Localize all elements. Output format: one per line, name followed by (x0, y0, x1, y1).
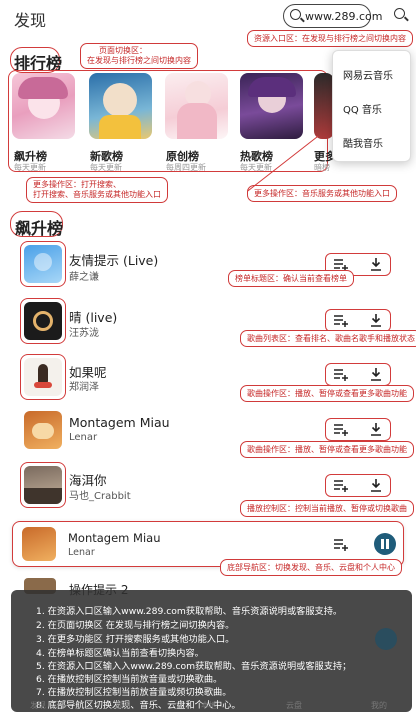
page-title: 发现 (14, 11, 47, 30)
tip-line: 6. 在播放控制区控制当前放音量或切换歌曲。 (36, 674, 223, 685)
dropdown-item-qq[interactable]: QQ 音乐 (343, 101, 382, 116)
download-icon[interactable] (369, 422, 383, 436)
search-icon (394, 8, 405, 19)
ranking-card-cover-soaring[interactable] (12, 73, 75, 139)
annotation-page-switch-line1: 页面切换区： (99, 46, 147, 55)
ranking-card-sub: 每天更新 (240, 163, 272, 172)
ranking-card-cover-hot[interactable] (240, 73, 303, 139)
nav-item-mine[interactable]: 我的 (371, 700, 387, 711)
download-icon[interactable] (369, 257, 383, 271)
player-title: Montagem Miau (68, 531, 161, 545)
annotation-page-switch: 页面切换区： 在发现与排行榜之间切换内容 (80, 43, 198, 69)
tip-line: 3. 在更多功能区 打开搜索服务或其他功能入口。 (36, 634, 235, 645)
pause-icon[interactable] (374, 533, 396, 555)
nav-item-cloud[interactable]: 云盘 (286, 700, 302, 711)
tip-line: 4. 在榜单标题区确认当前查看切换内容。 (36, 648, 204, 659)
tip-line: 7. 在播放控制区控制当前放音量或频切换歌曲。 (36, 687, 232, 698)
annotation-resource-entry: 资源入口区：在发现与排行榜之间切换内容 (247, 30, 413, 47)
annotation-more-ops-left: 更多操作区：打开搜索、 打开搜索、音乐服务或其他功能入口 (26, 177, 168, 203)
song-cover[interactable] (24, 466, 62, 504)
search-button[interactable] (394, 8, 409, 23)
search-value: www.289.com (305, 10, 383, 23)
annotation-list-title: 榜单标题区：确认当前查看榜单 (228, 270, 354, 287)
add-to-playlist-icon[interactable] (333, 257, 349, 271)
annotation-song-ops-2: 歌曲操作区：播放、暂停或查看更多歌曲功能 (240, 441, 414, 458)
song-artist: 汪苏泷 (69, 328, 99, 339)
add-to-playlist-icon[interactable] (333, 367, 349, 381)
dropdown-item-netease[interactable]: 网易云音乐 (343, 67, 393, 82)
download-icon[interactable] (369, 313, 383, 327)
annotation-playback: 播放控制区：控制当前播放、暂停或切换歌曲 (240, 500, 414, 517)
search-icon (290, 9, 301, 20)
annotation-bottom-nav: 底部导航区：切换发现、音乐、云盘和个人中心 (220, 559, 402, 576)
download-icon[interactable] (369, 367, 383, 381)
song-cover[interactable] (24, 358, 62, 396)
ranking-card-sub: 暗榜 (314, 163, 330, 172)
chart-section-title: 飙升榜 (15, 219, 64, 238)
ranking-card-sub: 每天更新 (14, 163, 46, 172)
player-cover[interactable] (22, 527, 56, 561)
annotation-song-list: 歌曲列表区：查看排名、歌曲名歌手和播放状态 (240, 330, 416, 347)
annotation-page-switch-line2: 在发现与排行榜之间切换内容 (87, 56, 191, 65)
ranking-card-cover-new[interactable] (89, 73, 152, 139)
nav-item-local[interactable]: 本地 (201, 700, 217, 711)
dropdown-item-kuwo[interactable]: 酷我音乐 (343, 135, 383, 150)
add-to-playlist-icon[interactable] (333, 313, 349, 327)
annotation-more-ops-right: 更多操作区：音乐服务或其他功能入口 (247, 185, 397, 202)
tip-line: 2. 在页面切换区 在发现与排行榜之间切换内容。 (36, 620, 235, 631)
song-artist: 薛之谦 (69, 272, 99, 283)
nav-item-discover[interactable]: 发现 (30, 700, 46, 711)
song-cover[interactable] (24, 302, 62, 340)
song-cover[interactable] (24, 245, 62, 283)
tip-line: 5. 在资源入口区输入入www.289.com获取帮助、音乐资源说明或客服支持； (36, 661, 352, 672)
search-input[interactable]: www.289.com (283, 4, 382, 28)
add-to-playlist-icon[interactable] (333, 478, 349, 492)
song-title[interactable]: Montagem Miau (69, 415, 170, 430)
nav-item-playlist[interactable]: 歌单 (115, 700, 131, 711)
annotation-more-ops-left-line1: 更多操作区：打开搜索、 (33, 180, 121, 189)
add-to-playlist-icon[interactable] (333, 537, 349, 551)
ranking-card-sub: 每周四更新 (166, 163, 206, 172)
song-cover[interactable] (24, 411, 62, 449)
annotation-more-ops-left-line2: 打开搜索、音乐服务或其他功能入口 (33, 190, 161, 199)
ranking-card-cover-original[interactable] (165, 73, 228, 139)
add-to-playlist-icon[interactable] (333, 422, 349, 436)
song-title[interactable]: 友情提示 (Live) (69, 250, 158, 269)
player-artist: Lenar (68, 547, 95, 558)
download-icon[interactable] (369, 478, 383, 492)
operation-tips-overlay: 1. 在资源入口区输入www.289.com获取帮助、音乐资源说明或客服支持。 … (11, 590, 412, 712)
tip-line: 1. 在资源入口区输入www.289.com获取帮助、音乐资源说明或客服支持。 (36, 606, 343, 617)
annotation-song-ops: 歌曲操作区：播放、暂停或查看更多歌曲功能 (240, 385, 414, 402)
pause-icon[interactable] (375, 628, 397, 650)
song-artist: 郑润泽 (69, 382, 99, 393)
song-artist: 马也_Crabbit (69, 491, 131, 502)
ranking-card-sub: 每天更新 (90, 163, 122, 172)
music-service-dropdown: 网易云音乐 QQ 音乐 酷我音乐 (332, 50, 411, 162)
song-artist: Lenar (69, 432, 98, 443)
ranking-card-cover-more[interactable] (314, 73, 334, 139)
